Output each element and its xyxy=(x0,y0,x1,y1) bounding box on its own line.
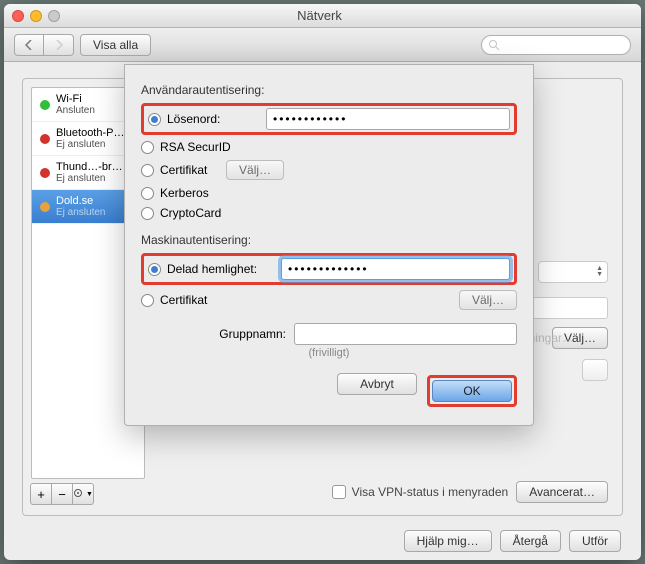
auth-sheet: Användarautentisering: Lösenord: RSA Sec… xyxy=(124,64,534,426)
rsa-label: RSA SecurID xyxy=(160,140,231,154)
modal-buttons: Avbryt OK xyxy=(141,373,517,409)
vpn-status-checkbox[interactable]: Visa VPN-status i menyraden xyxy=(332,485,509,499)
remove-button[interactable]: − xyxy=(51,483,73,505)
titlebar: Nätverk xyxy=(4,4,641,28)
sidebar-item-label: Wi-Fi xyxy=(56,93,95,105)
cancel-button[interactable]: Avbryt xyxy=(337,373,417,395)
radio-kerberos[interactable] xyxy=(141,187,154,200)
password-label: Lösenord: xyxy=(167,112,220,126)
sidebar-item-status: Ej ansluten xyxy=(56,173,123,184)
window-title: Nätverk xyxy=(60,8,579,23)
cert-label: Certifikat xyxy=(160,163,207,177)
radio-cert[interactable] xyxy=(141,164,154,177)
minimize-icon[interactable] xyxy=(30,10,42,22)
add-button[interactable]: + xyxy=(30,483,52,505)
sidebar-item-status: Ej ansluten xyxy=(56,139,124,150)
bg-auth-button[interactable] xyxy=(582,359,608,381)
shared-secret-label: Delad hemlighet: xyxy=(167,262,257,276)
chevron-updown-icon: ▲▼ xyxy=(596,266,603,278)
bg-config-select[interactable]: ▲▼ xyxy=(538,261,608,283)
gear-icon xyxy=(73,488,85,500)
status-dot-icon xyxy=(40,134,50,144)
shared-secret-input[interactable] xyxy=(281,258,510,280)
close-icon[interactable] xyxy=(12,10,24,22)
sidebar-item-status: Ej ansluten xyxy=(56,207,105,218)
highlight-ok-button: OK xyxy=(427,375,517,407)
sidebar-item-label: Dold.se xyxy=(56,195,105,207)
checkbox-icon xyxy=(332,485,346,499)
revert-button[interactable]: Återgå xyxy=(500,530,561,552)
zoom-icon xyxy=(48,10,60,22)
highlight-shared-secret-row: Delad hemlighet: xyxy=(141,253,517,285)
kerberos-label: Kerberos xyxy=(160,186,209,200)
apply-button[interactable]: Utför xyxy=(569,530,621,552)
machine-auth-heading: Maskinautentisering: xyxy=(141,233,517,247)
choose-cert2-button[interactable]: Välj… xyxy=(459,290,517,310)
toolbar: Visa alla xyxy=(4,28,641,62)
panel-footer: Visa VPN-status i menyraden Avancerat… xyxy=(332,481,608,503)
advanced-button[interactable]: Avancerat… xyxy=(516,481,608,503)
bottom-bar: Hjälp mig… Återgå Utför xyxy=(4,530,641,552)
sidebar-item-label: Bluetooth-P… xyxy=(56,127,124,139)
back-button[interactable] xyxy=(14,34,44,56)
checkbox-label: Visa VPN-status i menyraden xyxy=(352,485,509,499)
user-auth-heading: Användarautentisering: xyxy=(141,83,517,97)
network-prefs-window: Nätverk Visa alla Status: Ej ansluten Ko… xyxy=(4,4,641,560)
traffic-lights xyxy=(12,10,60,22)
radio-cert2[interactable] xyxy=(141,294,154,307)
status-dot-icon xyxy=(40,202,50,212)
group-input[interactable] xyxy=(294,323,517,345)
search-input[interactable] xyxy=(481,35,631,55)
show-all-button[interactable]: Visa alla xyxy=(80,34,151,56)
sidebar-item-status: Ansluten xyxy=(56,105,95,116)
cert2-label: Certifikat xyxy=(160,293,207,307)
search-icon xyxy=(488,39,500,51)
forward-button[interactable] xyxy=(44,34,74,56)
radio-crypto[interactable] xyxy=(141,207,154,220)
crypto-label: CryptoCard xyxy=(160,206,221,220)
radio-password[interactable] xyxy=(148,113,161,126)
choose-cert-button[interactable]: Välj… xyxy=(226,160,284,180)
status-dot-icon xyxy=(40,168,50,178)
password-input[interactable] xyxy=(266,108,510,130)
highlight-password-row: Lösenord: xyxy=(141,103,517,135)
radio-rsa[interactable] xyxy=(141,141,154,154)
sidebar-controls: + − ▼ xyxy=(31,483,94,505)
group-label: Gruppnamn: xyxy=(141,327,286,341)
nav-back-forward xyxy=(14,34,74,56)
gear-button[interactable]: ▼ xyxy=(72,483,94,505)
radio-shared-secret[interactable] xyxy=(148,263,161,276)
chevron-down-icon: ▼ xyxy=(86,491,93,498)
optional-hint: (frivilligt) xyxy=(141,347,517,359)
ok-button[interactable]: OK xyxy=(432,380,512,402)
help-button[interactable]: Hjälp mig… xyxy=(404,530,492,552)
status-dot-icon xyxy=(40,100,50,110)
sidebar-item-label: Thund…-br… xyxy=(56,161,123,173)
